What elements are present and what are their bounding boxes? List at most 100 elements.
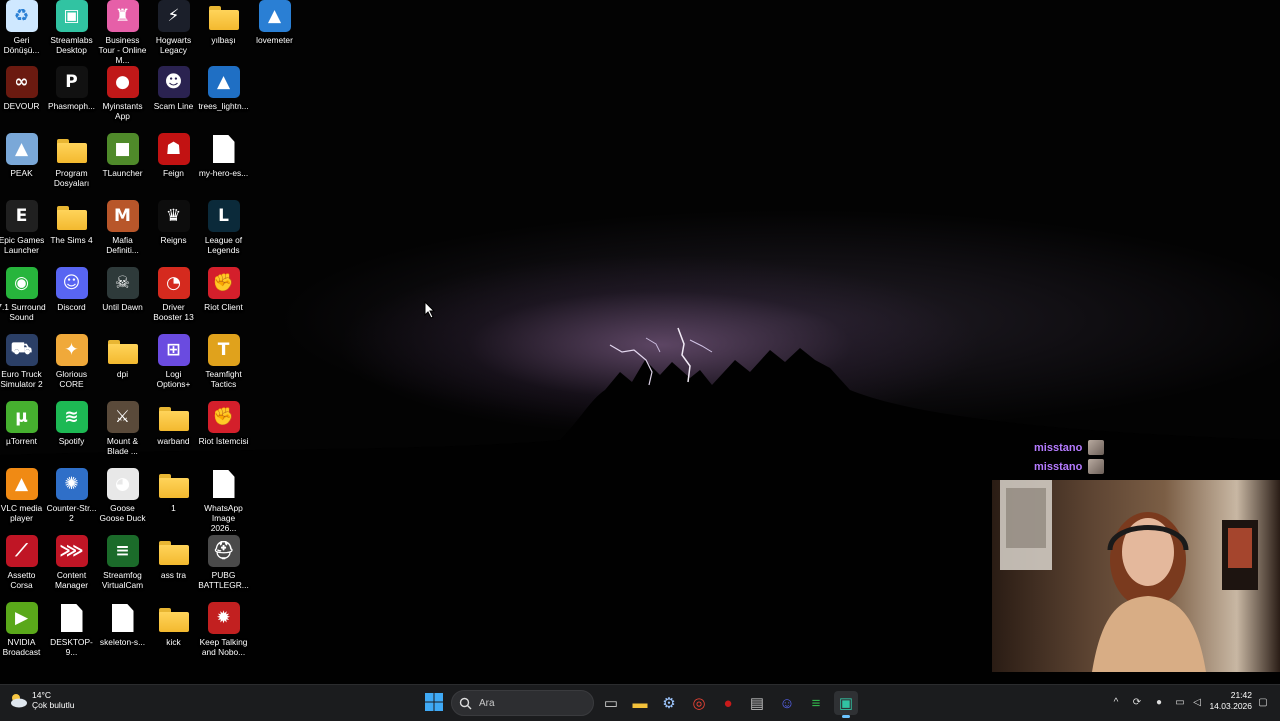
- volume-icon[interactable]: ◁: [1189, 694, 1205, 710]
- desktop-icon[interactable]: ⚡ Hogwarts Legacy: [148, 0, 199, 55]
- desktop-icon-label: Business Tour - Online M...: [98, 35, 147, 65]
- desktop-icon[interactable]: ● Myinstants App: [97, 66, 148, 121]
- desktop-icon[interactable]: ∞ DEVOUR: [0, 66, 47, 111]
- desktop-icon[interactable]: ▶ NVIDIA Broadcast: [0, 602, 47, 657]
- taskbar-app-chrome[interactable]: ◎: [687, 691, 711, 715]
- desktop-icon[interactable]: ☺ Discord: [46, 267, 97, 312]
- desktop-icon[interactable]: kick: [148, 602, 199, 647]
- desktop-icon[interactable]: ⚔ Mount & Blade ...: [97, 401, 148, 456]
- desktop-icon-label: Epic Games Launcher: [0, 235, 45, 255]
- app-icon: µ: [5, 401, 38, 433]
- desktop-icon[interactable]: L League of Legends: [198, 200, 249, 255]
- desktop-icon[interactable]: ☠ Until Dawn: [97, 267, 148, 312]
- desktop-icon[interactable]: ✺ Counter-Str... 2: [46, 468, 97, 523]
- taskbar-app-streamlabs[interactable]: ▣: [834, 691, 858, 718]
- desktop-icon[interactable]: ☗ Feign: [148, 133, 199, 178]
- start-button[interactable]: [424, 692, 444, 712]
- desktop-icon-label: Goose Goose Duck: [99, 503, 146, 523]
- folder-icon: [56, 200, 88, 232]
- folder-icon: [107, 334, 139, 366]
- desktop-icon[interactable]: ♛ Reigns: [148, 200, 199, 245]
- desktop-icon[interactable]: ≋ Spotify: [46, 401, 97, 446]
- desktop-icon[interactable]: ♜ Business Tour - Online M...: [97, 0, 148, 65]
- chat-message: misstano: [1034, 457, 1105, 476]
- app-icon: M: [106, 200, 139, 232]
- taskbar-app-terminal[interactable]: ▤: [745, 691, 769, 715]
- desktop-icon-label: Mount & Blade ...: [106, 436, 139, 456]
- desktop-icon-label: Euro Truck Simulator 2: [0, 369, 43, 389]
- desktop-icon[interactable]: ◉ 7.1 Surround Sound: [0, 267, 47, 322]
- desktop-icon[interactable]: µ µTorrent: [0, 401, 47, 446]
- desktop-icon[interactable]: ⛟ Euro Truck Simulator 2: [0, 334, 47, 389]
- desktop-icon[interactable]: ▣ Streamlabs Desktop: [46, 0, 97, 55]
- taskbar-app-red-app[interactable]: ●: [716, 691, 740, 715]
- desktop-icon[interactable]: ⋙ Content Manager: [46, 535, 97, 590]
- desktop-icon[interactable]: ⛑ PUBG BATTLEGR...: [198, 535, 249, 590]
- desktop-icon[interactable]: ▲ trees_lightn...: [198, 66, 249, 111]
- desktop-icon[interactable]: warband: [148, 401, 199, 446]
- desktop-icon[interactable]: Program Dosyaları: [46, 133, 97, 188]
- desktop-icon-label: Scam Line: [153, 101, 194, 111]
- desktop-icon[interactable]: ▲ PEAK: [0, 133, 47, 178]
- desktop-icon[interactable]: ⟋ Assetto Corsa: [0, 535, 47, 590]
- desktop-icon[interactable]: 1: [148, 468, 199, 513]
- desktop-icon[interactable]: WhatsApp Image 2026...: [198, 468, 249, 533]
- app-icon: ✊: [207, 267, 240, 299]
- desktop-icon[interactable]: DESKTOP-9...: [46, 602, 97, 657]
- desktop-icon[interactable]: ✊ Riot İstemcisi: [198, 401, 249, 446]
- desktop-icon[interactable]: ▲ VLC media player: [0, 468, 47, 523]
- desktop-icon[interactable]: E Epic Games Launcher: [0, 200, 47, 255]
- desktop-icon-label: kick: [166, 637, 181, 647]
- desktop-icon[interactable]: ■ TLauncher: [97, 133, 148, 178]
- taskbar-app-file-explorer[interactable]: ▬: [628, 691, 652, 715]
- desktop-icon[interactable]: ◕ Goose Goose Duck: [97, 468, 148, 523]
- desktop-icon[interactable]: The Sims 4: [46, 200, 97, 245]
- chevron-up-icon[interactable]: ^: [1108, 694, 1124, 710]
- desktop-icon[interactable]: ◔ Driver Booster 13: [148, 267, 199, 322]
- taskbar-app-task-view[interactable]: ▭: [599, 691, 623, 715]
- sync-icon[interactable]: ⟳: [1129, 694, 1145, 710]
- app-icon: ◕: [106, 468, 139, 500]
- webcam-person-silhouette: [1000, 480, 1258, 672]
- desktop-icon[interactable]: ⊞ Logi Options+: [148, 334, 199, 389]
- desktop-icon[interactable]: ☻ Scam Line: [148, 66, 199, 111]
- taskbar-search-box[interactable]: Ara: [451, 690, 594, 716]
- desktop-icon[interactable]: yılbaşı: [198, 0, 249, 45]
- desktop-icon[interactable]: ass tra: [148, 535, 199, 580]
- desktop-icon[interactable]: ≡ Streamfog VirtualCam: [97, 535, 148, 590]
- weather-condition: Çok bulutlu: [32, 700, 75, 710]
- folder-icon: [158, 401, 190, 433]
- desktop-icon-label: 1: [171, 503, 176, 513]
- steam-icon: ⚙: [662, 695, 676, 712]
- app-icon: T: [207, 334, 240, 366]
- document-icon: [56, 602, 88, 634]
- desktop-icon[interactable]: ✊ Riot Client: [198, 267, 249, 312]
- taskbar-app-streamfog[interactable]: ≡: [804, 691, 828, 715]
- taskbar-app-steam[interactable]: ⚙: [657, 691, 681, 715]
- desktop-icon[interactable]: dpi: [97, 334, 148, 379]
- microphone-icon[interactable]: ●: [1151, 694, 1167, 710]
- desktop-icon-label: Feign: [163, 168, 184, 178]
- desktop-icon[interactable]: my-hero-es...: [198, 133, 249, 178]
- desktop-icon-label: Logi Options+: [156, 369, 191, 389]
- desktop-icon[interactable]: ✹ Keep Talking and Nobo...: [198, 602, 249, 657]
- desktop-icon-label: PEAK: [10, 168, 33, 178]
- search-placeholder: Ara: [479, 697, 495, 709]
- system-clock[interactable]: 21:42 14.03.2026: [1208, 690, 1252, 712]
- desktop-icon[interactable]: M Mafia Definiti...: [97, 200, 148, 255]
- desktop-icon[interactable]: T Teamfight Tactics: [198, 334, 249, 389]
- desktop-icon[interactable]: ♻ Geri Dönüşü...: [0, 0, 47, 55]
- desktop-icon[interactable]: skeleton-s...: [97, 602, 148, 647]
- weather-widget[interactable]: 14°C Çok bulutlu: [8, 690, 75, 710]
- desktop-icon-label: Driver Booster 13: [153, 302, 194, 322]
- desktop-icon[interactable]: ✦ Glorious CORE: [46, 334, 97, 389]
- taskbar-app-discord[interactable]: ☺: [775, 691, 799, 715]
- desktop-icon[interactable]: P Phasmoph...: [46, 66, 97, 111]
- desktop-icon-label: Streamfog VirtualCam: [101, 570, 144, 590]
- mouse-cursor-icon: [424, 301, 436, 319]
- cloud-sun-icon: [8, 690, 28, 710]
- network-icon[interactable]: ▭: [1172, 694, 1188, 710]
- desktop-icon-label: trees_lightn...: [198, 101, 249, 111]
- notification-center-icon[interactable]: ▢: [1255, 694, 1271, 710]
- desktop-icon[interactable]: ▲ lovemeter: [249, 0, 300, 45]
